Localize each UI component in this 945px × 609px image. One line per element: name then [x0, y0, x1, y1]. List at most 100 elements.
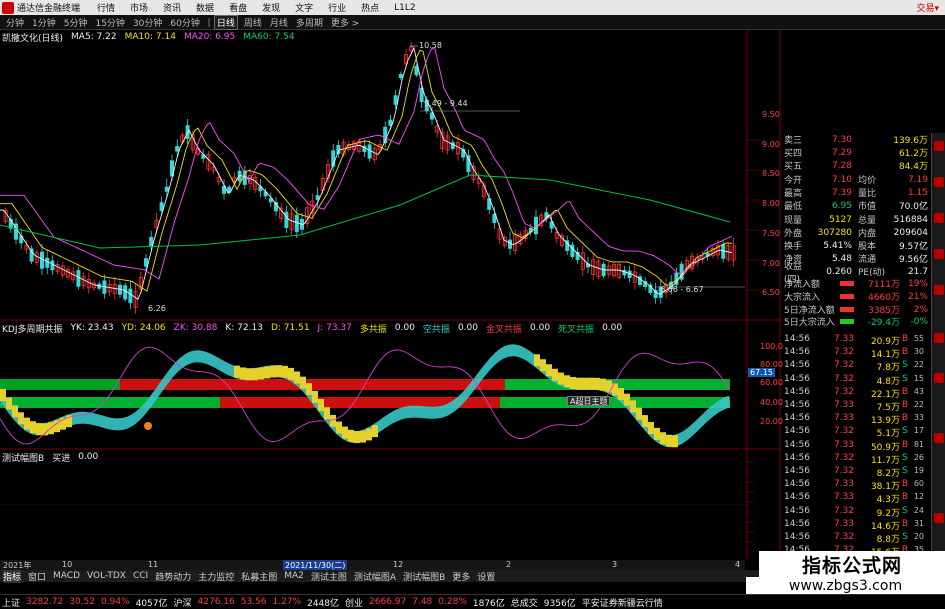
kdj-ribbon-up — [552, 368, 558, 381]
tab-trend[interactable]: 趋势动力 — [155, 570, 191, 583]
quote-extra-label: 量比 — [858, 189, 877, 199]
date-tick: 11 — [148, 560, 159, 569]
toolbar-icon[interactable] — [934, 513, 944, 523]
trade-time: 14:56 — [784, 492, 810, 503]
toolbar-icon[interactable] — [934, 373, 944, 383]
trade-row: 14:56 7.33 7.5万 B 22 — [784, 400, 930, 413]
candle-body — [143, 258, 148, 267]
flow-pct: 2% — [913, 304, 928, 315]
trade-volume: 22.1万 — [870, 389, 900, 400]
kdj-ribbon-up — [18, 412, 24, 425]
tab-ma2[interactable]: MA2 — [284, 571, 304, 581]
tab-test-sub-a[interactable]: 测试幅图A — [354, 570, 396, 583]
tab-test-sub-b[interactable]: 测试幅图B — [403, 570, 445, 583]
toolbar-icon[interactable] — [934, 433, 944, 443]
trade-side: S — [902, 466, 908, 476]
trade-count: 17 — [913, 426, 924, 436]
broker-name: 平安证券新疆云行情 — [581, 598, 663, 609]
quote-extra-value: 209604 — [893, 227, 928, 238]
toolbar-icon[interactable] — [934, 333, 944, 343]
toolbar-icon[interactable] — [934, 141, 944, 151]
tab-more[interactable]: 更多 — [452, 570, 470, 583]
tick-trades-list[interactable]: 14:56 7.33 20.9万 B 55 14:56 7.32 14.1万 B 30 14:56 7… — [781, 334, 931, 574]
trade-row: 14:56 7.32 8.8万 S 20 — [784, 532, 930, 545]
kdj-ribbon-up — [294, 371, 300, 384]
trade-side: S — [902, 505, 908, 516]
trade-price: 7.32 — [833, 360, 854, 371]
trade-time: 14:56 — [784, 400, 810, 410]
tab-indicator[interactable]: 指标 — [3, 569, 22, 583]
tab-vol[interactable]: VOL-TDX — [87, 571, 126, 581]
trade-row: 14:56 7.33 14.6万 B 31 — [784, 519, 930, 532]
kdj-ribbon-up — [36, 423, 42, 436]
indicator1-badge[interactable]: A超日主题 — [567, 396, 611, 406]
death-cross-value: 0.00 — [602, 323, 623, 333]
kdj-ribbon-up — [540, 359, 546, 372]
quote-price: 7.39 — [831, 187, 852, 198]
quote-row: 最高 7.39 量比 1.15 — [784, 186, 930, 200]
d-value: D: 71.51 — [270, 323, 310, 333]
tab-main-monitor[interactable]: 主力监控 — [198, 570, 234, 583]
candle-body — [45, 257, 50, 268]
trade-volume: 50.9万 — [870, 442, 900, 453]
trade-count: 33 — [913, 413, 924, 423]
kdj-ribbon-up — [12, 405, 18, 418]
trade-count: 55 — [913, 334, 924, 343]
kdj-ribbon-up — [24, 417, 30, 430]
index-name[interactable]: 上证 — [2, 596, 20, 609]
tab-test-main[interactable]: 测试主图 — [311, 570, 347, 583]
trade-row: 14:56 7.32 8.2万 S 19 — [784, 466, 930, 479]
toolbar-icon[interactable] — [934, 249, 944, 259]
flow-label: 净流入额 — [784, 280, 821, 290]
trade-volume: 38.1万 — [870, 482, 900, 493]
trade-side: B — [901, 334, 909, 344]
tab-settings[interactable]: 设置 — [477, 570, 495, 583]
tab-private-chart[interactable]: 私募主图 — [241, 570, 277, 583]
index-pct: 0.94% — [101, 597, 130, 607]
kdj-ribbon-up — [570, 376, 576, 389]
index-name[interactable]: 沪深 — [174, 596, 192, 609]
indicator2-value: 0.00 — [78, 452, 99, 462]
tab-cci[interactable]: CCI — [133, 571, 148, 581]
trade-side: B — [901, 400, 909, 410]
trade-time: 14:56 — [784, 386, 810, 397]
toolbar-icon[interactable] — [934, 285, 944, 295]
chart-grid — [0, 30, 781, 590]
kdj-ribbon-up — [306, 383, 312, 396]
j-value: J: 73.37 — [317, 323, 352, 333]
kdj-ribbon-up — [6, 397, 12, 410]
quote-label: 现量 — [784, 216, 803, 226]
toolbar-icon[interactable] — [934, 213, 944, 223]
index-change: 53.56 — [240, 597, 267, 607]
tab-macd[interactable]: MACD — [53, 571, 80, 581]
index-value: 3282.72 — [26, 597, 64, 607]
quote-extra-value: 516884 — [893, 214, 928, 225]
index-name[interactable]: 创业 — [345, 596, 363, 609]
trade-price: 7.33 — [833, 439, 854, 450]
trade-time: 14:56 — [784, 479, 810, 490]
quote-label: 换手 — [784, 242, 803, 252]
total-volume-value: 9356亿 — [543, 598, 576, 609]
candle-body — [50, 260, 55, 271]
indicator1-name[interactable]: KDJ多周期共振 — [2, 322, 63, 335]
kdj-ribbon-up — [654, 427, 660, 440]
kong-label: 空共振 — [422, 324, 450, 335]
right-toolbar — [931, 133, 945, 578]
trade-volume: 14.1万 — [870, 350, 900, 361]
tab-window[interactable]: 窗口 — [28, 570, 46, 583]
kdj-ribbon-up — [258, 367, 264, 380]
trade-price: 7.32 — [833, 505, 854, 516]
kdj-ribbon-up — [264, 366, 270, 379]
indicator2-name[interactable]: 测试幅图B — [2, 451, 44, 464]
quote-extra-label: 市值 — [858, 202, 877, 212]
trade-price: 7.32 — [833, 532, 854, 542]
quote-row: 卖三 7.30 139.6万 — [784, 133, 930, 147]
candle-body — [149, 236, 154, 247]
flow-pct: 19% — [907, 278, 928, 289]
toolbar-icon[interactable] — [934, 177, 944, 187]
trade-count: 43 — [913, 386, 924, 396]
date-tick: 4 — [735, 560, 741, 569]
index-change: 30.52 — [69, 597, 95, 607]
kdj-ribbon-up — [324, 407, 330, 420]
kdj-ribbon-up — [606, 380, 612, 393]
